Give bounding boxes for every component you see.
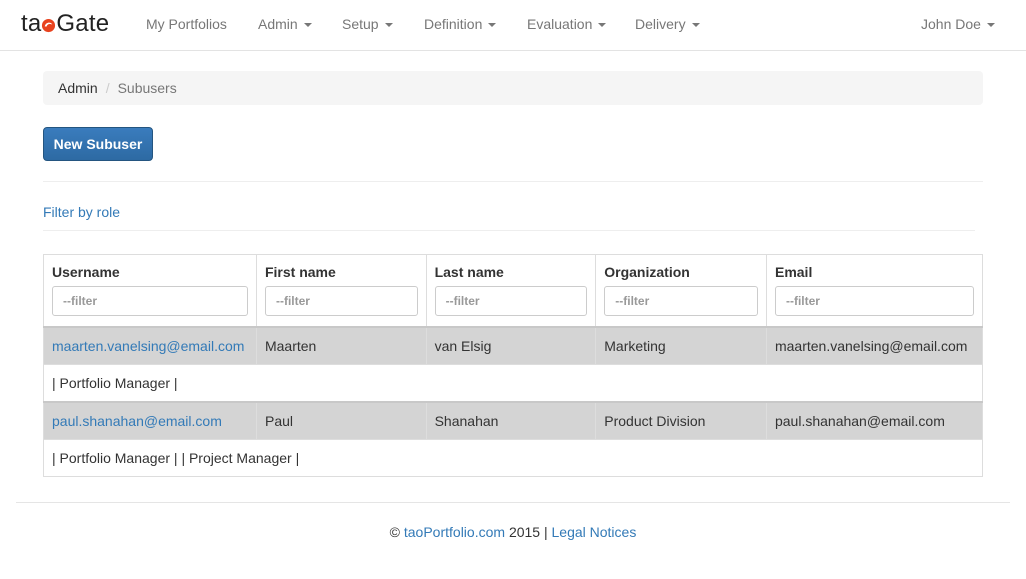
cell-organization: Product Division xyxy=(595,400,767,440)
nav-admin[interactable]: Admin xyxy=(258,16,312,32)
column-header-label: Username xyxy=(52,264,120,280)
nav-my-portfolios[interactable]: My Portfolios xyxy=(146,16,227,32)
caret-down-icon xyxy=(303,23,312,28)
divider xyxy=(43,181,983,182)
breadcrumb-separator: / xyxy=(105,80,110,96)
breadcrumb-admin[interactable]: Admin xyxy=(58,80,98,96)
swirl-icon xyxy=(42,18,56,33)
nav-delivery-label: Delivery xyxy=(635,16,686,32)
cell-first-name: Maarten xyxy=(255,325,427,365)
caret-down-icon xyxy=(488,23,497,28)
email-filter-input[interactable] xyxy=(774,286,974,316)
last-name-filter-input[interactable] xyxy=(434,286,588,316)
username-link[interactable]: paul.shanahan@email.com xyxy=(52,413,222,429)
cell-first-name: Paul xyxy=(255,400,427,440)
table-row[interactable]: paul.shanahan@email.com Paul Shanahan Pr… xyxy=(43,400,984,440)
footer: © taoPortfolio.com 2015 | Legal Notices xyxy=(0,524,1026,540)
nav-definition[interactable]: Definition xyxy=(424,16,497,32)
table-row[interactable]: maarten.vanelsing@email.com Maarten van … xyxy=(43,325,984,365)
cell-roles: | Portfolio Manager | | Project Manager … xyxy=(43,439,983,477)
nav-setup[interactable]: Setup xyxy=(342,16,393,32)
subusers-table: Username First name Last name Organizati… xyxy=(43,254,984,477)
nav-my-portfolios-label: My Portfolios xyxy=(146,16,227,32)
caret-down-icon xyxy=(691,23,700,28)
table-row-roles: | Portfolio Manager | | Project Manager … xyxy=(43,439,983,477)
top-navbar: ta Gate My Portfolios Admin Setup Defini… xyxy=(0,0,1026,51)
site-link[interactable]: taoPortfolio.com xyxy=(404,524,505,540)
username-filter-input[interactable] xyxy=(52,286,248,316)
nav-setup-label: Setup xyxy=(342,16,379,32)
cell-email: paul.shanahan@email.com xyxy=(765,400,984,440)
caret-down-icon xyxy=(986,23,995,28)
cell-last-name: Shanahan xyxy=(425,400,597,440)
nav-definition-label: Definition xyxy=(424,16,483,32)
organization-filter-input[interactable] xyxy=(604,286,758,316)
table-row-roles: | Portfolio Manager | xyxy=(43,364,983,402)
cell-username: paul.shanahan@email.com xyxy=(43,400,257,440)
column-header-label: Last name xyxy=(434,264,504,280)
nav-evaluation[interactable]: Evaluation xyxy=(527,16,607,32)
divider xyxy=(43,230,975,231)
column-email: Email xyxy=(765,254,984,327)
user-menu[interactable]: John Doe xyxy=(921,16,995,32)
brand-text-start: ta xyxy=(21,10,42,37)
breadcrumb-current: Subusers xyxy=(117,80,177,96)
filter-by-role-link[interactable]: Filter by role xyxy=(43,204,120,220)
nav-delivery[interactable]: Delivery xyxy=(635,16,700,32)
column-username: Username xyxy=(43,254,257,327)
first-name-filter-input[interactable] xyxy=(264,286,418,316)
table-header-row: Username First name Last name Organizati… xyxy=(43,254,984,327)
brand-logo[interactable]: ta Gate xyxy=(21,10,109,38)
cell-email: maarten.vanelsing@email.com xyxy=(765,325,984,365)
copyright-symbol: © xyxy=(389,524,400,540)
username-link[interactable]: maarten.vanelsing@email.com xyxy=(52,338,244,354)
cell-last-name: van Elsig xyxy=(425,325,597,365)
column-first-name: First name xyxy=(255,254,427,327)
cell-roles: | Portfolio Manager | xyxy=(43,364,983,402)
cell-organization: Marketing xyxy=(595,325,767,365)
new-subuser-button[interactable]: New Subuser xyxy=(43,127,153,161)
cell-username: maarten.vanelsing@email.com xyxy=(43,325,257,365)
footer-year: 2015 | xyxy=(508,524,548,540)
footer-divider xyxy=(16,502,1010,503)
user-menu-label: John Doe xyxy=(921,16,981,32)
column-header-label: Organization xyxy=(604,264,690,280)
caret-down-icon xyxy=(598,23,607,28)
nav-admin-label: Admin xyxy=(258,16,298,32)
caret-down-icon xyxy=(384,23,393,28)
column-header-label: First name xyxy=(264,264,336,280)
nav-evaluation-label: Evaluation xyxy=(527,16,593,32)
brand-text-end: Gate xyxy=(56,10,110,37)
column-last-name: Last name xyxy=(425,254,597,327)
legal-notices-link[interactable]: Legal Notices xyxy=(552,524,637,540)
breadcrumb: Admin / Subusers xyxy=(43,71,983,105)
column-organization: Organization xyxy=(595,254,767,327)
column-header-label: Email xyxy=(774,264,813,280)
